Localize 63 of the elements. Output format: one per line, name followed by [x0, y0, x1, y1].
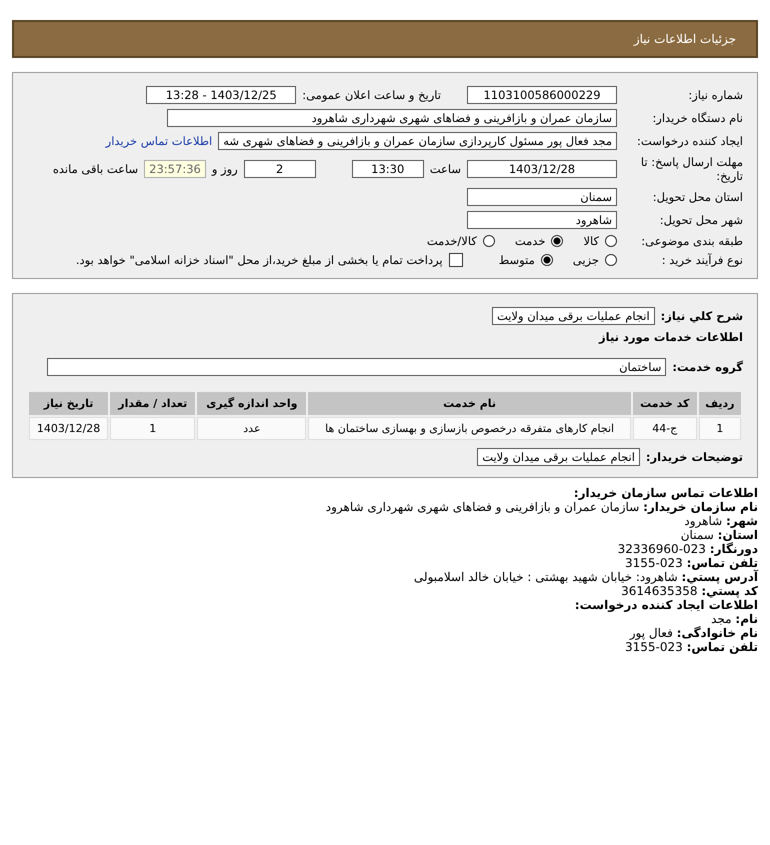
field-label: شهر محل تحویل: [658, 213, 743, 227]
field-label: طبقه بندی موضوعی: [640, 234, 743, 248]
requester-field: مجد فعال پور مسئول کارپردازی سازمان عمران و بازافرینی و فضاهای شهری شه [218, 132, 617, 150]
table-cell: 1 [698, 417, 741, 440]
notes-field: انجام عملیات برقی میدان ولایت [477, 448, 640, 466]
section-title: اطلاعات تماس سازمان خریدار: [572, 486, 758, 500]
city-field: شاهرود [467, 211, 617, 229]
page-title: جزئیات اطلاعات نیاز [634, 32, 736, 46]
days-label: روز و [212, 162, 238, 176]
field-label: مهلت ارسال پاسخ: تا تاریخ: [640, 155, 743, 183]
province-field: سمنان [467, 188, 617, 206]
time-label: ساعت [430, 162, 461, 176]
table-cell: 1403/12/28 [29, 417, 108, 440]
contact-line: نام سازمان خریدار: سازمان عمران و بازافرینی و فضاهای شهری شهرداری شاهرود [324, 500, 758, 514]
table-cell: انجام کارهای متفرقه درخصوص بازسازی و بهسازی ساختمان ها [308, 417, 631, 440]
radio-button[interactable] [482, 235, 495, 247]
buyer-contact-link[interactable]: اطلاعات تماس خریدار [106, 134, 212, 148]
checkbox[interactable] [448, 253, 463, 267]
table-cell: عدد [197, 417, 306, 440]
deadline-date-field: 1403/12/28 [467, 160, 617, 178]
field-label: نام دستگاه خریدار: [651, 111, 743, 125]
radio-button[interactable] [551, 235, 564, 247]
column-header: واحد اندازه گیری [197, 392, 306, 415]
contact-line: شهر: شاهرود [683, 514, 758, 528]
field-label: نوع فرآیند خرید : [660, 253, 743, 267]
field-label: تاریخ و ساعت اعلان عمومی: [302, 88, 441, 102]
contact-line: آدرس پستي: شاهرود: خیابان شهید بهشتی : خیابان خالد اسلامبولی [412, 570, 758, 584]
contact-line: استان: سمنان [680, 528, 758, 542]
field-label: استان محل تحویل: [652, 190, 743, 204]
field-label: گروه خدمت: [672, 360, 743, 374]
remaining-time-field: 23:57:36 [144, 160, 206, 178]
field-label: شماره نیاز: [687, 88, 743, 102]
column-header: تعداد / مقدار [110, 392, 196, 415]
radio-label: کالا [583, 234, 599, 248]
field-label: ایجاد کننده درخواست: [636, 134, 743, 148]
section-title: اطلاعات ایجاد کننده درخواست: [574, 598, 758, 612]
table-cell: ج-44 [632, 417, 697, 440]
summary-field: انجام عملیات برقی میدان ولایت [492, 307, 655, 325]
announce-date-field: 1403/12/25 - 13:28 [146, 86, 296, 104]
contact-line: نام خانوادگی: فعال پور [628, 626, 758, 640]
contact-line: نام: مجد [710, 612, 758, 626]
remaining-label: ساعت باقی مانده [52, 162, 138, 176]
radio-label: جزیی [572, 253, 599, 267]
field-label: شرح کلي نیاز: [660, 309, 743, 323]
service-group-field: ساختمان [47, 358, 666, 376]
radio-button[interactable] [605, 235, 617, 247]
column-header: ردیف [698, 392, 741, 415]
deadline-time-field: 13:30 [352, 160, 424, 178]
radio-label: متوسط [498, 253, 535, 267]
payment-note: پرداخت تمام یا بخشی از مبلغ خرید،از محل "اسناد خزانه اسلامی" خواهد بود. [76, 253, 443, 267]
column-header: نام خدمت [308, 392, 631, 415]
column-header: تاریخ نیاز [29, 392, 108, 415]
field-label: توضیحات خریدار: [646, 450, 743, 464]
column-header: کد خدمت [632, 392, 697, 415]
need-number-field: 1103100586000229 [467, 86, 617, 104]
buyer-field: سازمان عمران و بازافرینی و فضاهای شهری شهرداری شاهرود [167, 109, 617, 127]
days-field: 2 [244, 160, 316, 178]
radio-label: خدمت [514, 234, 546, 248]
radio-button[interactable] [605, 254, 617, 266]
section-title: اطلاعات خدمات مورد نیاز [599, 330, 743, 344]
radio-button[interactable] [540, 254, 553, 266]
radio-label: کالا/خدمت [426, 234, 477, 248]
table-cell: 1 [110, 417, 196, 440]
